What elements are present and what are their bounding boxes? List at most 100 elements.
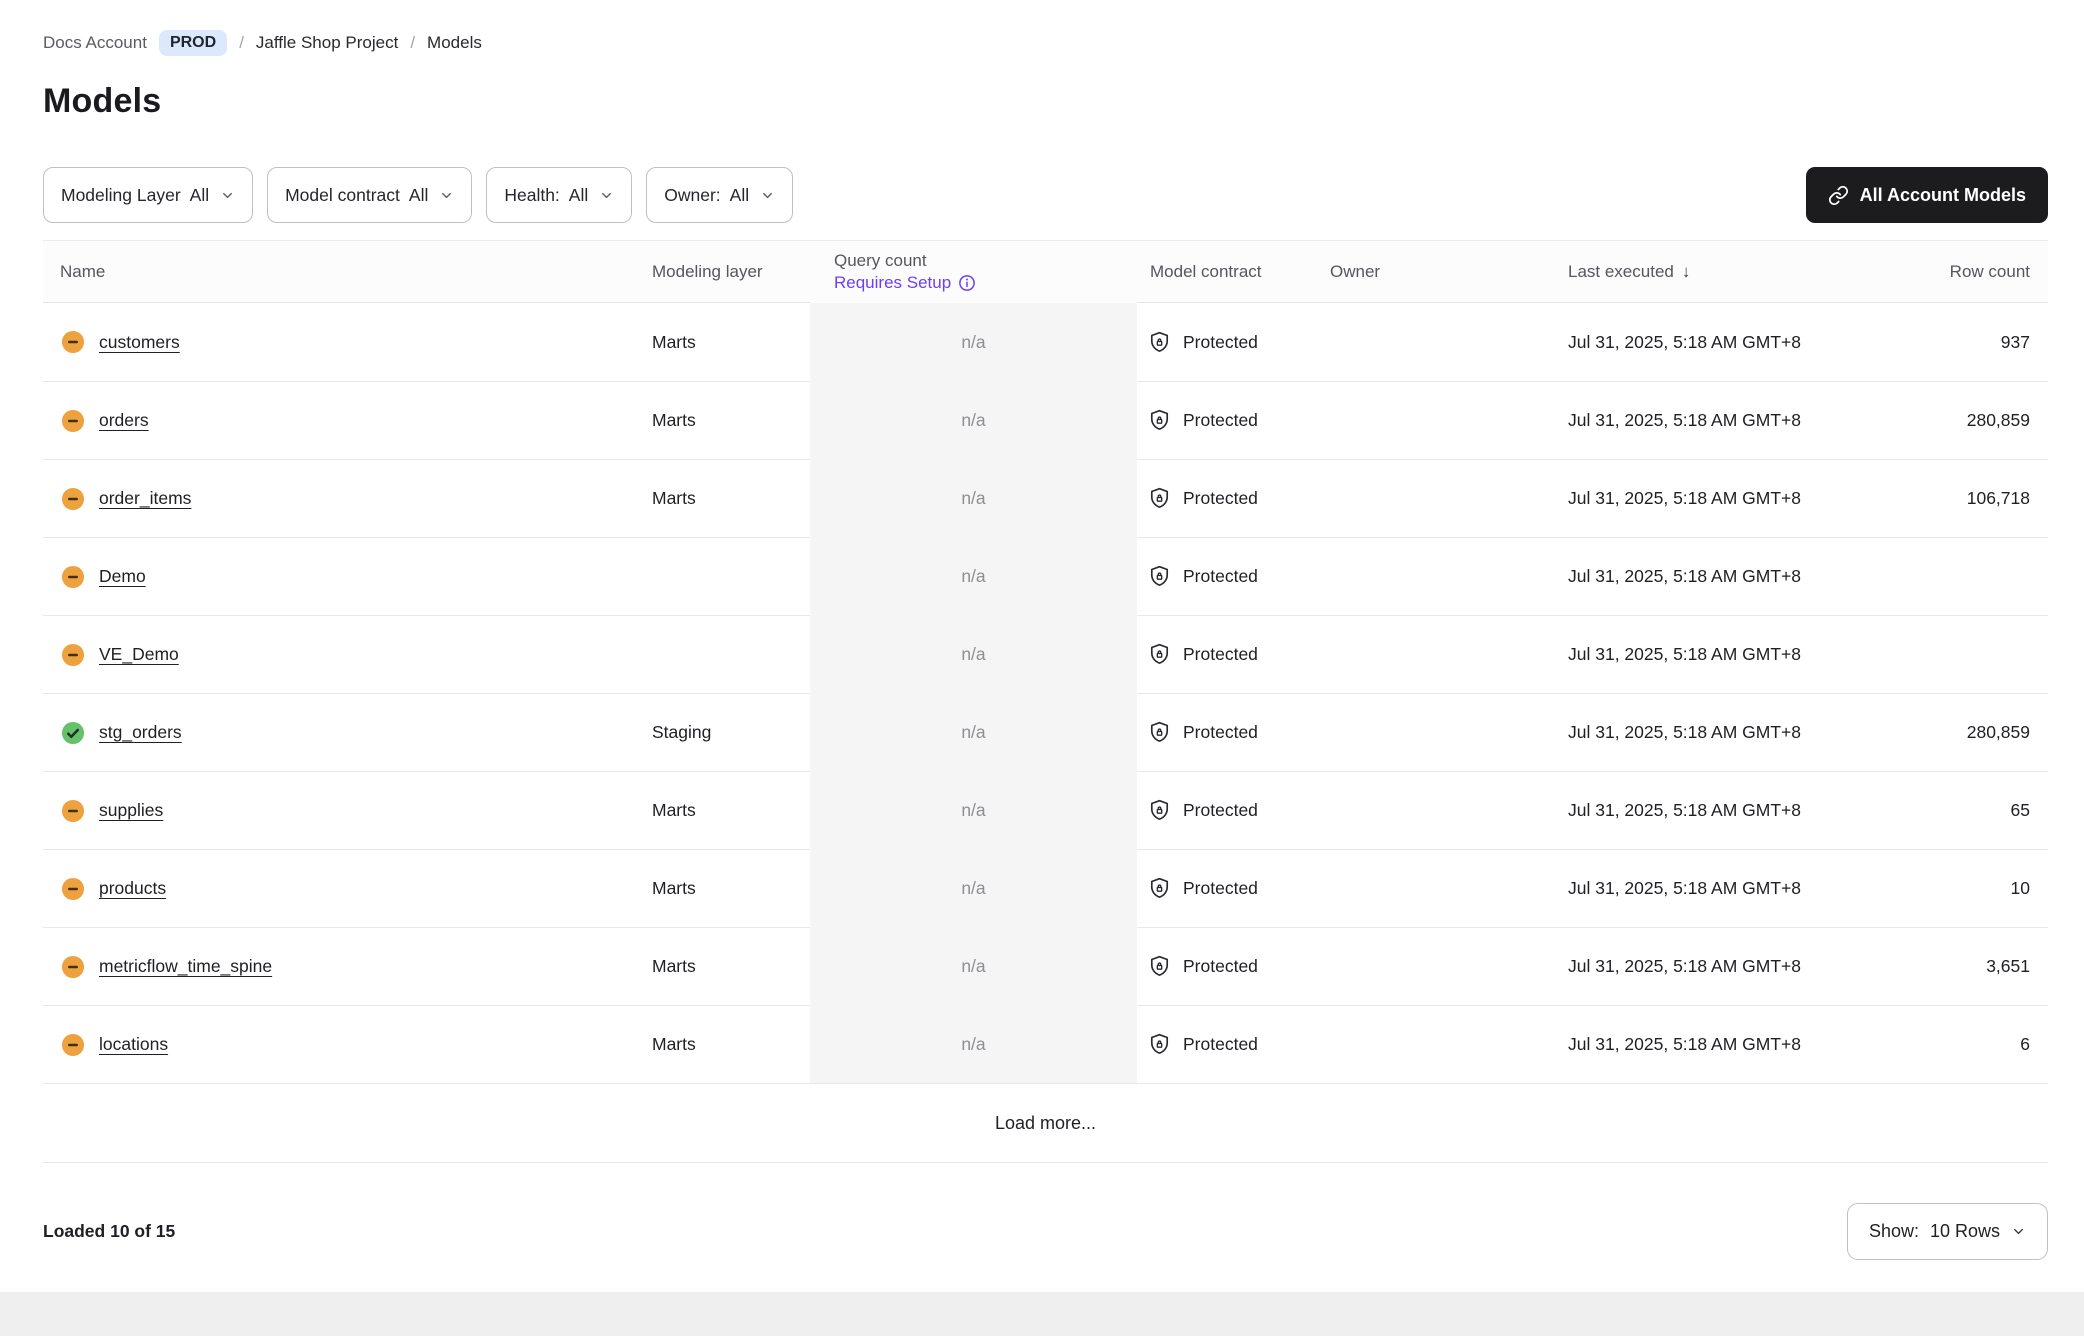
model-link[interactable]: VE_Demo	[99, 644, 179, 665]
bottom-strip	[0, 1292, 2084, 1336]
model-link[interactable]: stg_orders	[99, 722, 182, 743]
models-table: Name Modeling layer Query count Requires…	[43, 240, 2048, 1083]
filter-label: Modeling Layer	[61, 185, 181, 206]
modeling-layer-cell: Staging	[652, 693, 810, 771]
rows-per-page-dropdown[interactable]: Show: 10 Rows	[1847, 1203, 2048, 1260]
filter-value: All	[569, 185, 588, 206]
shield-lock-icon	[1147, 564, 1172, 589]
modeling-layer-cell: Marts	[652, 1005, 810, 1083]
sort-descending-icon: ↓	[1682, 262, 1691, 282]
row-count-cell: 65	[1893, 771, 2048, 849]
table-row: stg_orders Staging n/a Protected Jul 31,…	[43, 693, 2048, 771]
model-contract-cell: Protected	[1137, 381, 1328, 459]
table-row: customers Marts n/a Protected Jul 31, 20…	[43, 303, 2048, 381]
shield-lock-icon	[1147, 954, 1172, 979]
owner-cell	[1328, 381, 1568, 459]
modeling-layer-cell: Marts	[652, 927, 810, 1005]
row-count-cell: 10	[1893, 849, 2048, 927]
shield-lock-icon	[1147, 798, 1172, 823]
row-count-cell	[1893, 615, 2048, 693]
model-link[interactable]: supplies	[99, 800, 163, 821]
header-name[interactable]: Name	[43, 241, 652, 303]
shield-lock-icon	[1147, 720, 1172, 745]
models-page: Docs Account PROD / Jaffle Shop Project …	[0, 0, 2084, 1260]
header-last-executed[interactable]: Last executed ↓	[1568, 241, 1893, 303]
row-count-cell: 6	[1893, 1005, 2048, 1083]
query-count-cell: n/a	[810, 849, 1137, 927]
last-executed-cell: Jul 31, 2025, 5:18 AM GMT+8	[1568, 771, 1893, 849]
last-executed-cell: Jul 31, 2025, 5:18 AM GMT+8	[1568, 537, 1893, 615]
environment-badge[interactable]: PROD	[159, 30, 227, 56]
filter-label: Owner:	[664, 185, 720, 206]
query-count-cell: n/a	[810, 927, 1137, 1005]
contract-label: Protected	[1183, 488, 1258, 509]
filter-health[interactable]: Health: All	[486, 167, 632, 223]
breadcrumb-account[interactable]: Docs Account	[43, 33, 147, 53]
owner-cell	[1328, 771, 1568, 849]
model-contract-cell: Protected	[1137, 303, 1328, 381]
contract-label: Protected	[1183, 722, 1258, 743]
model-contract-cell: Protected	[1137, 927, 1328, 1005]
table-header-row: Name Modeling layer Query count Requires…	[43, 240, 2048, 303]
header-row-count[interactable]: Row count	[1893, 241, 2048, 303]
model-link[interactable]: locations	[99, 1034, 168, 1055]
modeling-layer-cell: Marts	[652, 849, 810, 927]
model-contract-cell: Protected	[1137, 771, 1328, 849]
row-count-cell	[1893, 537, 2048, 615]
model-link[interactable]: products	[99, 878, 166, 899]
row-count-cell: 106,718	[1893, 459, 2048, 537]
table-row: metricflow_time_spine Marts n/a Protecte…	[43, 927, 2048, 1005]
chevron-down-icon	[599, 188, 614, 203]
model-link[interactable]: Demo	[99, 566, 146, 587]
header-model-contract[interactable]: Model contract	[1137, 241, 1328, 303]
show-label: Show:	[1869, 1221, 1919, 1242]
chevron-down-icon	[760, 188, 775, 203]
model-link[interactable]: order_items	[99, 488, 191, 509]
owner-cell	[1328, 303, 1568, 381]
header-query-count-label: Query count	[834, 251, 927, 271]
breadcrumb-project[interactable]: Jaffle Shop Project	[256, 33, 398, 53]
shield-lock-icon	[1147, 486, 1172, 511]
modeling-layer-cell: Marts	[652, 303, 810, 381]
shield-lock-icon	[1147, 330, 1172, 355]
table-row: order_items Marts n/a Protected Jul 31, …	[43, 459, 2048, 537]
filter-value: All	[409, 185, 428, 206]
owner-cell	[1328, 615, 1568, 693]
breadcrumb: Docs Account PROD / Jaffle Shop Project …	[43, 30, 2048, 56]
shield-lock-icon	[1147, 876, 1172, 901]
health-status-icon	[60, 642, 86, 668]
all-account-models-button[interactable]: All Account Models	[1806, 167, 2048, 223]
health-status-icon	[60, 564, 86, 590]
filter-owner[interactable]: Owner: All	[646, 167, 793, 223]
chevron-down-icon	[220, 188, 235, 203]
filter-label: Model contract	[285, 185, 400, 206]
row-count-cell: 3,651	[1893, 927, 2048, 1005]
row-count-cell: 280,859	[1893, 693, 2048, 771]
table-row: Demo n/a Protected Jul 31, 2025, 5:18 AM…	[43, 537, 2048, 615]
model-link[interactable]: metricflow_time_spine	[99, 956, 272, 977]
model-link[interactable]: orders	[99, 410, 149, 431]
header-modeling-layer[interactable]: Modeling layer	[652, 241, 810, 303]
model-contract-cell: Protected	[1137, 693, 1328, 771]
model-link[interactable]: customers	[99, 332, 180, 353]
filter-modeling-layer[interactable]: Modeling Layer All	[43, 167, 253, 223]
chevron-down-icon	[439, 188, 454, 203]
last-executed-cell: Jul 31, 2025, 5:18 AM GMT+8	[1568, 693, 1893, 771]
owner-cell	[1328, 1005, 1568, 1083]
header-owner[interactable]: Owner	[1328, 241, 1568, 303]
header-query-count: Query count Requires Setup	[810, 241, 1137, 303]
table-row: orders Marts n/a Protected Jul 31, 2025,…	[43, 381, 2048, 459]
contract-label: Protected	[1183, 644, 1258, 665]
load-more-button[interactable]: Load more...	[995, 1113, 1096, 1134]
table-body: customers Marts n/a Protected Jul 31, 20…	[43, 303, 2048, 1083]
owner-cell	[1328, 537, 1568, 615]
requires-setup-link[interactable]: Requires Setup	[834, 273, 976, 293]
shield-lock-icon	[1147, 408, 1172, 433]
info-icon	[958, 274, 976, 292]
pagination-footer: Loaded 10 of 15 Show: 10 Rows	[43, 1203, 2048, 1260]
health-status-icon	[60, 1032, 86, 1058]
modeling-layer-cell: Marts	[652, 381, 810, 459]
last-executed-cell: Jul 31, 2025, 5:18 AM GMT+8	[1568, 303, 1893, 381]
owner-cell	[1328, 849, 1568, 927]
filter-model-contract[interactable]: Model contract All	[267, 167, 472, 223]
